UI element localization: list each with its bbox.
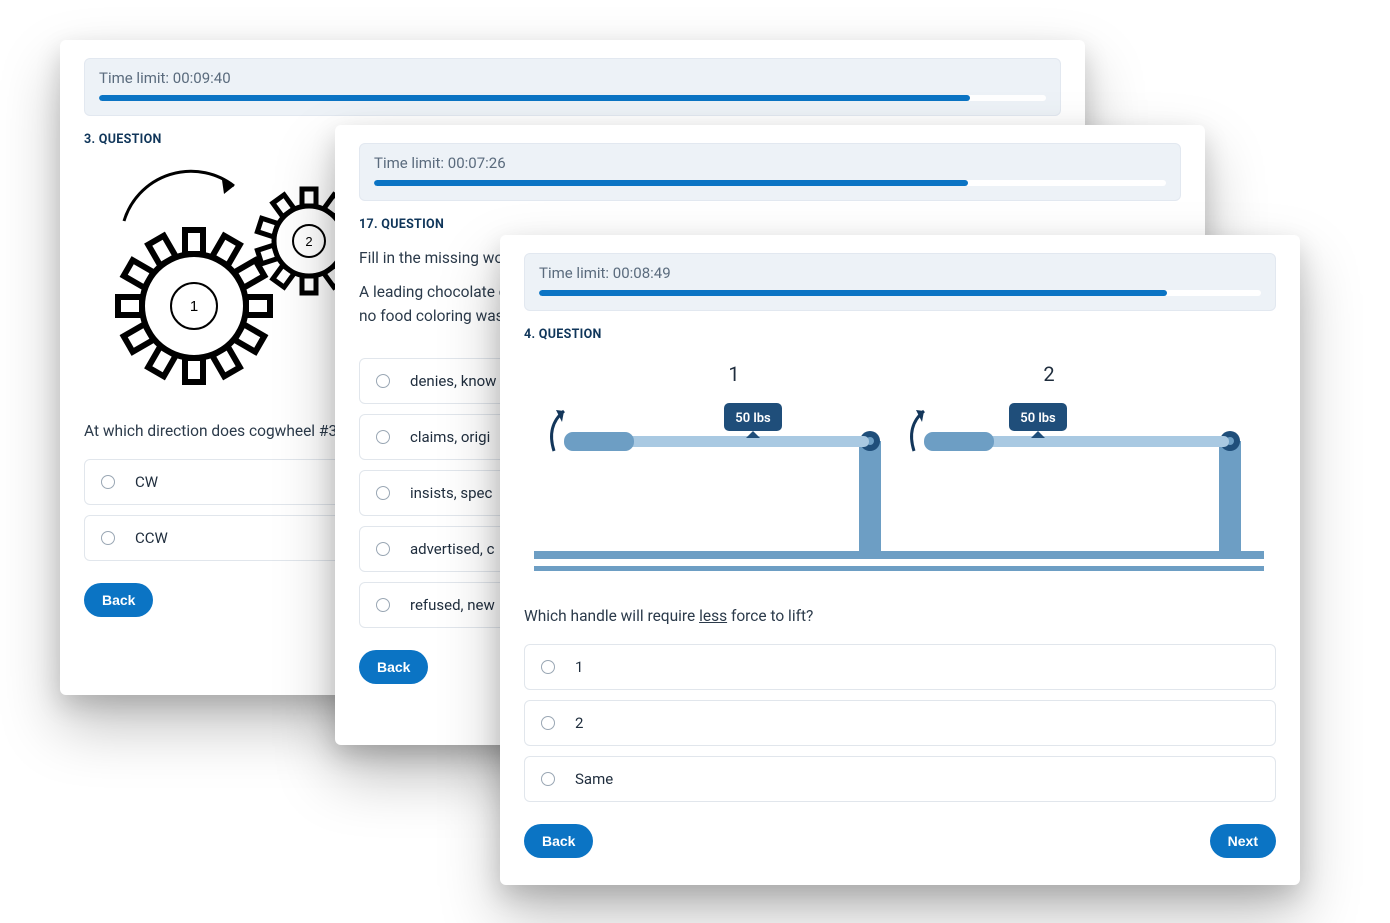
option-label: 1	[575, 658, 583, 676]
progress-track	[539, 290, 1261, 296]
timer-label: Time limit: 00:09:40	[99, 69, 1046, 87]
option-label: denies, know	[410, 372, 496, 390]
back-button[interactable]: Back	[84, 583, 153, 617]
question-prefix: Which handle will require	[524, 607, 699, 625]
timer-bar: Time limit: 00:09:40	[84, 58, 1061, 116]
weight-1-label: 50 lbs	[735, 411, 771, 426]
next-button[interactable]: Next	[1210, 824, 1276, 858]
timer-bar: Time limit: 00:08:49	[524, 253, 1276, 311]
option-label: insists, spec	[410, 484, 492, 502]
progress-track	[99, 95, 1046, 101]
radio-icon	[541, 660, 555, 674]
radio-icon	[376, 542, 390, 556]
option-1[interactable]: 1	[524, 644, 1276, 690]
weight-2-label: 50 lbs	[1020, 411, 1056, 426]
nav-row: Back Next	[524, 824, 1276, 858]
option-label: Same	[575, 770, 613, 788]
radio-icon	[376, 486, 390, 500]
option-same[interactable]: Same	[524, 756, 1276, 802]
timer-label: Time limit: 00:07:26	[374, 154, 1166, 172]
option-label: claims, origi	[410, 428, 490, 446]
progress-fill	[374, 180, 968, 186]
option-label: 2	[575, 714, 583, 732]
radio-icon	[101, 531, 115, 545]
gear-2-label: 2	[305, 234, 312, 249]
lever-1-number: 1	[728, 362, 739, 386]
option-label: advertised, c	[410, 540, 494, 558]
question-header: 4. QUESTION	[524, 327, 1276, 342]
option-label: CCW	[135, 529, 168, 547]
radio-icon	[376, 430, 390, 444]
question-header: 17. QUESTION	[359, 217, 1181, 232]
timer-bar: Time limit: 00:07:26	[359, 143, 1181, 201]
progress-fill	[99, 95, 970, 101]
question-underlined: less	[699, 607, 727, 625]
radio-icon	[101, 475, 115, 489]
question-suffix: force to lift?	[727, 607, 813, 625]
back-button[interactable]: Back	[524, 824, 593, 858]
option-label: CW	[135, 473, 158, 491]
radio-icon	[541, 716, 555, 730]
back-button[interactable]: Back	[359, 650, 428, 684]
timer-label: Time limit: 00:08:49	[539, 264, 1261, 282]
option-label: refused, new	[410, 596, 495, 614]
options-list: 1 2 Same	[524, 644, 1276, 802]
radio-icon	[376, 598, 390, 612]
radio-icon	[376, 374, 390, 388]
option-2[interactable]: 2	[524, 700, 1276, 746]
lever-diagram: 1 2 50 lbs	[524, 356, 1276, 590]
lever-2-number: 2	[1043, 362, 1054, 386]
quiz-card-q4: Time limit: 00:08:49 4. QUESTION 1 2	[500, 235, 1300, 885]
progress-fill	[539, 290, 1167, 296]
question-text: Which handle will require less force to …	[524, 604, 1276, 628]
radio-icon	[541, 772, 555, 786]
progress-track	[374, 180, 1166, 186]
gear-1-label: 1	[190, 298, 198, 315]
